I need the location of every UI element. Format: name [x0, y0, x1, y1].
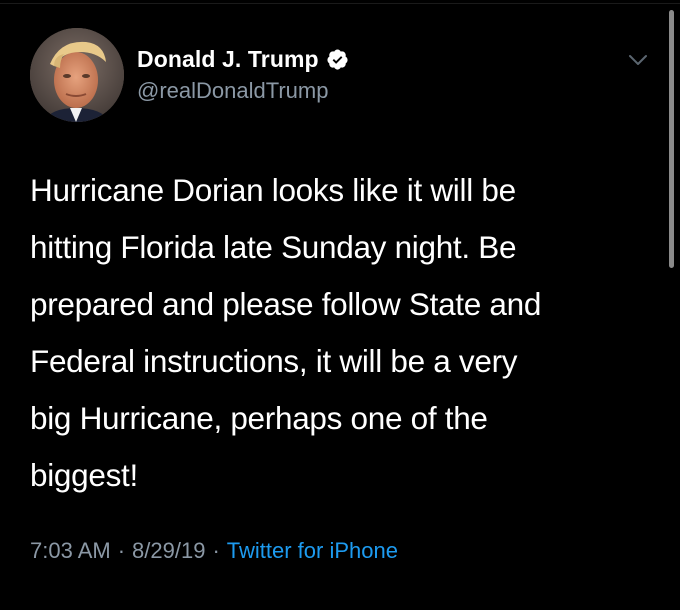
tweet-card: Donald J. Trump @realDonaldTrump Hurrica… [0, 0, 680, 610]
divider [0, 3, 680, 4]
author-name-row[interactable]: Donald J. Trump [137, 44, 349, 74]
author-handle[interactable]: @realDonaldTrump [137, 78, 328, 104]
chevron-down-icon[interactable] [627, 52, 649, 68]
separator: · [117, 538, 126, 563]
profile-photo-icon [30, 28, 124, 122]
tweet-date[interactable]: 8/29/19 [132, 538, 205, 563]
verified-badge-icon [327, 48, 348, 70]
tweet-text: Hurricane Dorian looks like it will be h… [30, 172, 542, 493]
tweet-metadata: 7:03 AM · 8/29/19 · Twitter for iPhone [30, 538, 398, 564]
tweet-time[interactable]: 7:03 AM [30, 538, 111, 563]
display-name[interactable]: Donald J. Trump [137, 46, 319, 73]
separator: · [212, 538, 220, 563]
tweet-source-link[interactable]: Twitter for iPhone [227, 538, 398, 563]
scrollbar[interactable] [669, 10, 674, 268]
avatar[interactable] [30, 28, 124, 122]
